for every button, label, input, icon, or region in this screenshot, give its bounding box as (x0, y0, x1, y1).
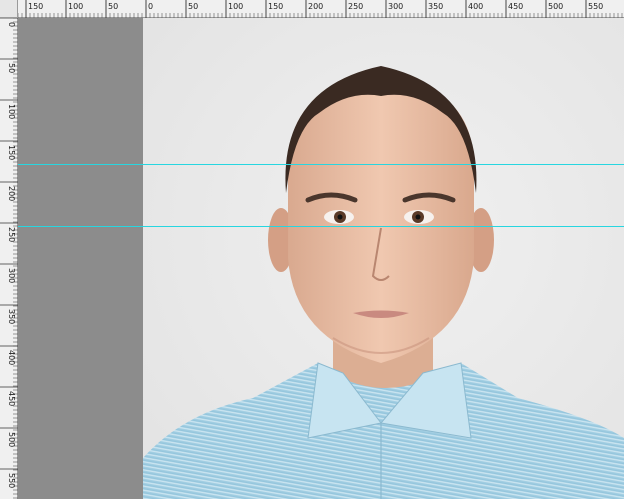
ruler-label-top: 150 (28, 2, 43, 11)
ruler-label-left: 350 (7, 309, 16, 324)
ruler-label-left: 450 (7, 391, 16, 406)
ruler-label-top: 350 (428, 2, 443, 11)
ruler-label-left: 200 (7, 186, 16, 201)
ruler-label-top: 250 (348, 2, 363, 11)
ruler-label-left: 0 (7, 22, 16, 27)
horizontal-guide-eyes-top[interactable] (18, 164, 624, 165)
ruler-origin-corner[interactable] (0, 0, 18, 18)
ruler-label-top: 550 (588, 2, 603, 11)
ruler-label-top: 500 (548, 2, 563, 11)
ruler-label-left: 300 (7, 268, 16, 283)
vertical-ruler-ticks: 0 50 100 150 200 250 300 350 400 450 500 550 (0, 18, 18, 499)
ruler-label-left: 400 (7, 350, 16, 365)
ruler-label-top: 150 (268, 2, 283, 11)
face (288, 80, 474, 363)
horizontal-guide-eyes-bottom[interactable] (18, 226, 624, 227)
ruler-label-left: 250 (7, 227, 16, 242)
ruler-label-top: 300 (388, 2, 403, 11)
ruler-label-top: 400 (468, 2, 483, 11)
horizontal-ruler[interactable]: 150 100 50 0 50 100 150 200 250 300 350 400 450 500 55… (18, 0, 624, 18)
ruler-label-top: 450 (508, 2, 523, 11)
ruler-label-left: 500 (7, 432, 16, 447)
ruler-label-top: 50 (108, 2, 118, 11)
ruler-label-left: 50 (7, 63, 16, 73)
ruler-label-left: 550 (7, 473, 16, 488)
pasteboard-area (18, 18, 143, 499)
document-canvas[interactable] (143, 18, 624, 499)
ruler-label-top: 0 (148, 2, 153, 11)
portrait-photo (143, 18, 624, 499)
vertical-ruler[interactable]: 0 50 100 150 200 250 300 350 400 450 500 550 (0, 18, 18, 499)
ruler-label-top: 100 (68, 2, 83, 11)
ruler-label-left: 150 (7, 145, 16, 160)
ruler-label-top: 100 (228, 2, 243, 11)
horizontal-ruler-ticks: 150 100 50 0 50 100 150 200 250 300 350 400 450 500 55… (18, 0, 623, 18)
ruler-label-top: 50 (188, 2, 198, 11)
ruler-label-left: 100 (7, 104, 16, 119)
ruler-label-top: 200 (308, 2, 323, 11)
